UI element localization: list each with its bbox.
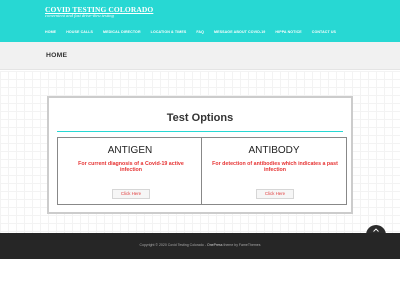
antibody-card-description: For detection of antibodies which indica… (212, 161, 338, 174)
page-bottom (0, 259, 400, 300)
footer-theme-credit: theme by FameThemes (223, 243, 261, 247)
site-tagline: convenient and fast drive-thru testing (45, 13, 114, 18)
site-footer: Copyright © 2020 Covid Testing Colorado … (0, 233, 400, 259)
test-options-panel: Test Options ANTIGEN For current diagnos… (47, 96, 353, 214)
site-header: COVID TESTING COLORADO convenient and fa… (0, 0, 400, 42)
antigen-card: ANTIGEN For current diagnosis of a Covid… (57, 137, 203, 205)
page-title: HOME (46, 52, 68, 59)
title-divider (57, 131, 343, 132)
antigen-card-description: For current diagnosis of a Covid-19 acti… (78, 161, 184, 174)
antigen-card-title: ANTIGEN (107, 145, 153, 156)
nav-item-covid-message[interactable]: MESSAGE ABOUT COVID-19 (214, 28, 265, 36)
nav-item-location-times[interactable]: LOCATION & TIMES (151, 28, 187, 36)
page-title-bar: HOME (0, 42, 400, 70)
antibody-card: ANTIBODY For detection of antibodies whi… (201, 137, 347, 205)
nav-item-home[interactable]: HOME (45, 28, 56, 36)
nav-item-house-calls[interactable]: HOUSE CALLS (66, 28, 93, 36)
antibody-click-here-button[interactable]: Click Here (256, 189, 294, 199)
test-options-title: Test Options (166, 112, 234, 124)
nav-item-hippa-notice[interactable]: HIPPA NOTICE (275, 28, 301, 36)
footer-copyright: Copyright © 2020 Covid Testing Colorado … (0, 243, 400, 247)
chevron-up-icon (373, 228, 379, 232)
nav-item-faq[interactable]: FAQ (196, 28, 204, 36)
footer-theme-link[interactable]: OnePress (207, 243, 223, 247)
main-navigation: HOME HOUSE CALLS MEDICAL DIRECTOR LOCATI… (45, 28, 346, 36)
nav-item-medical-director[interactable]: MEDICAL DIRECTOR (103, 28, 141, 36)
footer-copyright-text: Copyright © 2020 Covid Testing Colorado … (139, 243, 207, 247)
nav-item-contact-us[interactable]: CONTACT US (312, 28, 336, 36)
antibody-card-title: ANTIBODY (248, 145, 300, 156)
antigen-click-here-button[interactable]: Click Here (112, 189, 150, 199)
